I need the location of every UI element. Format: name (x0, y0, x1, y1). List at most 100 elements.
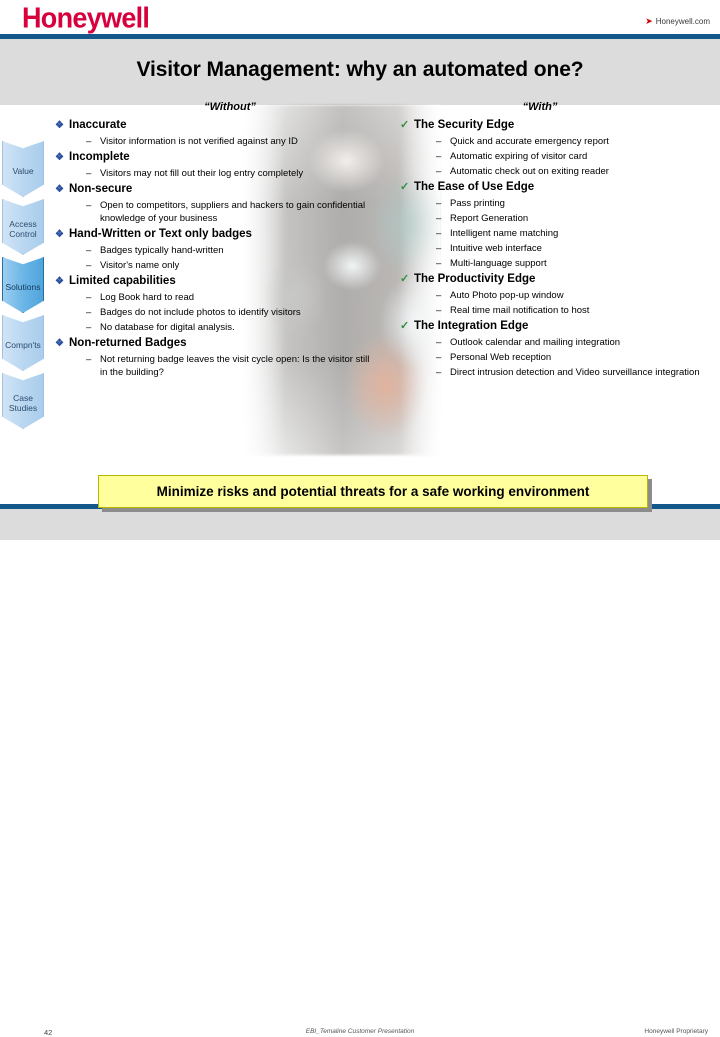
bullet-heading: ❖ Hand-Written or Text only badges (55, 227, 375, 242)
sidebar-item-label-line1: Case (13, 392, 33, 403)
dash-bullet-icon: – (436, 198, 442, 209)
bullet-item-label: Personal Web reception (450, 352, 552, 363)
bullet-heading: ✓ The Integration Edge (400, 319, 720, 334)
sidebar-nav: Value Access Control Solutions Compn'ts … (2, 141, 46, 431)
sidebar-item-label: Solutions (5, 281, 41, 292)
dash-bullet-icon: – (436, 151, 442, 162)
bullet-heading: ❖ Non-returned Badges (55, 336, 375, 351)
bullet-item-label: Visitors may not fill out their log entr… (100, 168, 304, 179)
dash-bullet-icon: – (436, 166, 442, 177)
bullet-heading-label: Non-secure (69, 183, 133, 195)
bullet-heading-label: Limited capabilities (69, 275, 176, 287)
bullet-item-label: Quick and accurate emergency report (450, 136, 609, 147)
sidebar-item-value[interactable]: Value (2, 141, 44, 197)
bullet-item: – Intelligent name matching (400, 227, 720, 240)
diamond-bullet-icon: ❖ (55, 120, 64, 131)
bullet-item: – Intuitive web interface (400, 242, 720, 255)
dash-bullet-icon: – (436, 337, 442, 348)
dash-bullet-icon: – (86, 354, 92, 365)
bullet-item: – Visitors may not fill out their log ent… (55, 167, 375, 180)
bullet-item: – Open to competitors, suppliers and hack… (55, 199, 375, 225)
bullet-heading: ✓ The Ease of Use Edge (400, 180, 720, 195)
slide-footer: 42 EBI_Temaline Customer Presentation Ho… (0, 509, 720, 1037)
callout-banner: Minimize risks and potential threats for… (98, 475, 648, 508)
bullet-item-label: Outlook calendar and mailing integration (450, 337, 621, 348)
check-bullet-icon: ✓ (400, 320, 410, 332)
dash-bullet-icon: – (86, 245, 92, 256)
bullet-heading: ❖ Incomplete (55, 150, 375, 165)
bullet-item: – Direct intrusion detection and Video su… (400, 366, 720, 379)
bullet-item: – Not returning badge leaves the visit cy… (55, 353, 375, 379)
dash-bullet-icon: – (86, 168, 92, 179)
diamond-bullet-icon: ❖ (55, 184, 64, 195)
bullet-item-label: Intelligent name matching (450, 228, 559, 239)
bullet-item: – Multi-language support (400, 257, 720, 270)
bullet-heading-label: Inaccurate (69, 119, 127, 131)
bullet-item-label: Visitor's name only (100, 260, 180, 271)
dash-bullet-icon: – (436, 136, 442, 147)
diamond-bullet-icon: ❖ (55, 152, 64, 163)
page-title: Visitor Management: why an automated one… (136, 58, 584, 81)
bullet-heading: ✓ The Security Edge (400, 118, 720, 133)
dash-bullet-icon: – (86, 292, 92, 303)
bullet-item: – Badges do not include photos to identif… (55, 306, 375, 319)
dash-bullet-icon: – (436, 228, 442, 239)
dash-bullet-icon: – (86, 260, 92, 271)
bullet-item-label: Direct intrusion detection and Video sur… (450, 367, 700, 378)
sidebar-item-label: Access Control (2, 219, 44, 239)
dash-bullet-icon: – (436, 352, 442, 363)
sidebar-item-components[interactable]: Compn'ts (2, 315, 44, 371)
bullet-item-label: Automatic check out on exiting reader (450, 166, 609, 177)
column-heading-with: “With” (522, 101, 558, 113)
sidebar-item-solutions[interactable]: Solutions (2, 257, 44, 313)
dash-bullet-icon: – (436, 243, 442, 254)
bullet-item-label: Report Generation (450, 213, 529, 224)
diamond-bullet-icon: ❖ (55, 276, 64, 287)
bullet-item: – Visitor information is not verified aga… (55, 135, 375, 148)
bullet-item-label: Real time mail notification to host (450, 305, 590, 316)
sidebar-item-label-line2: Studies (8, 402, 38, 413)
honeywell-com-link[interactable]: ➤ Honeywell.com (645, 16, 710, 27)
bullet-item-label: No database for digital analysis. (100, 322, 235, 333)
with-column: ✓ The Security Edge – Quick and accurate em… (400, 118, 720, 381)
bullet-item-label: Auto Photo pop-up window (450, 290, 564, 301)
bullet-heading: ❖ Non-secure (55, 182, 375, 197)
dash-bullet-icon: – (436, 213, 442, 224)
bullet-item-label: Visitor information is not verified agai… (100, 136, 298, 147)
bullet-item-label: Automatic expiring of visitor card (450, 151, 588, 162)
bullet-item-label: Multi-language support (450, 258, 547, 269)
bullet-item-label: Badges do not include photos to identify… (100, 307, 301, 318)
bullet-heading: ❖ Limited capabilities (55, 274, 375, 289)
slide-header: Honeywell ➤ Honeywell.com (0, 0, 720, 34)
diamond-bullet-icon: ❖ (55, 229, 64, 240)
bullet-item: – Visitor's name only (55, 259, 375, 272)
dash-bullet-icon: – (86, 322, 92, 333)
bullet-item-label: Badges typically hand-written (100, 245, 224, 256)
honeywell-com-link-label: Honeywell.com (655, 17, 710, 26)
sidebar-item-label-line1: Access (9, 218, 37, 229)
dash-bullet-icon: – (436, 367, 442, 378)
check-bullet-icon: ✓ (400, 119, 410, 131)
dash-bullet-icon: – (436, 305, 442, 316)
sidebar-item-case-studies[interactable]: Case Studies (2, 373, 44, 429)
bullet-item: – Auto Photo pop-up window (400, 289, 720, 302)
diamond-bullet-icon: ❖ (55, 338, 64, 349)
bullet-item: – Report Generation (400, 212, 720, 225)
sidebar-item-label: Case Studies (2, 393, 44, 413)
bullet-heading-label: The Security Edge (414, 119, 515, 131)
bullet-item: – Automatic expiring of visitor card (400, 150, 720, 163)
bullet-item: – Real time mail notification to host (400, 304, 720, 317)
column-heading-without: “Without” (204, 101, 256, 113)
bullet-item: – Pass printing (400, 197, 720, 210)
bullet-heading-label: Non-returned Badges (69, 337, 187, 349)
sidebar-item-access-control[interactable]: Access Control (2, 199, 44, 255)
arrow-right-icon: ➤ (645, 16, 653, 26)
dash-bullet-icon: – (86, 136, 92, 147)
dash-bullet-icon: – (436, 290, 442, 301)
bullet-heading-label: Incomplete (69, 151, 130, 163)
footer-right-text: Honeywell Proprietary (644, 1028, 708, 1035)
bullet-item: – Personal Web reception (400, 351, 720, 364)
sidebar-item-label: Value (12, 165, 34, 176)
dash-bullet-icon: – (436, 258, 442, 269)
dash-bullet-icon: – (86, 307, 92, 318)
